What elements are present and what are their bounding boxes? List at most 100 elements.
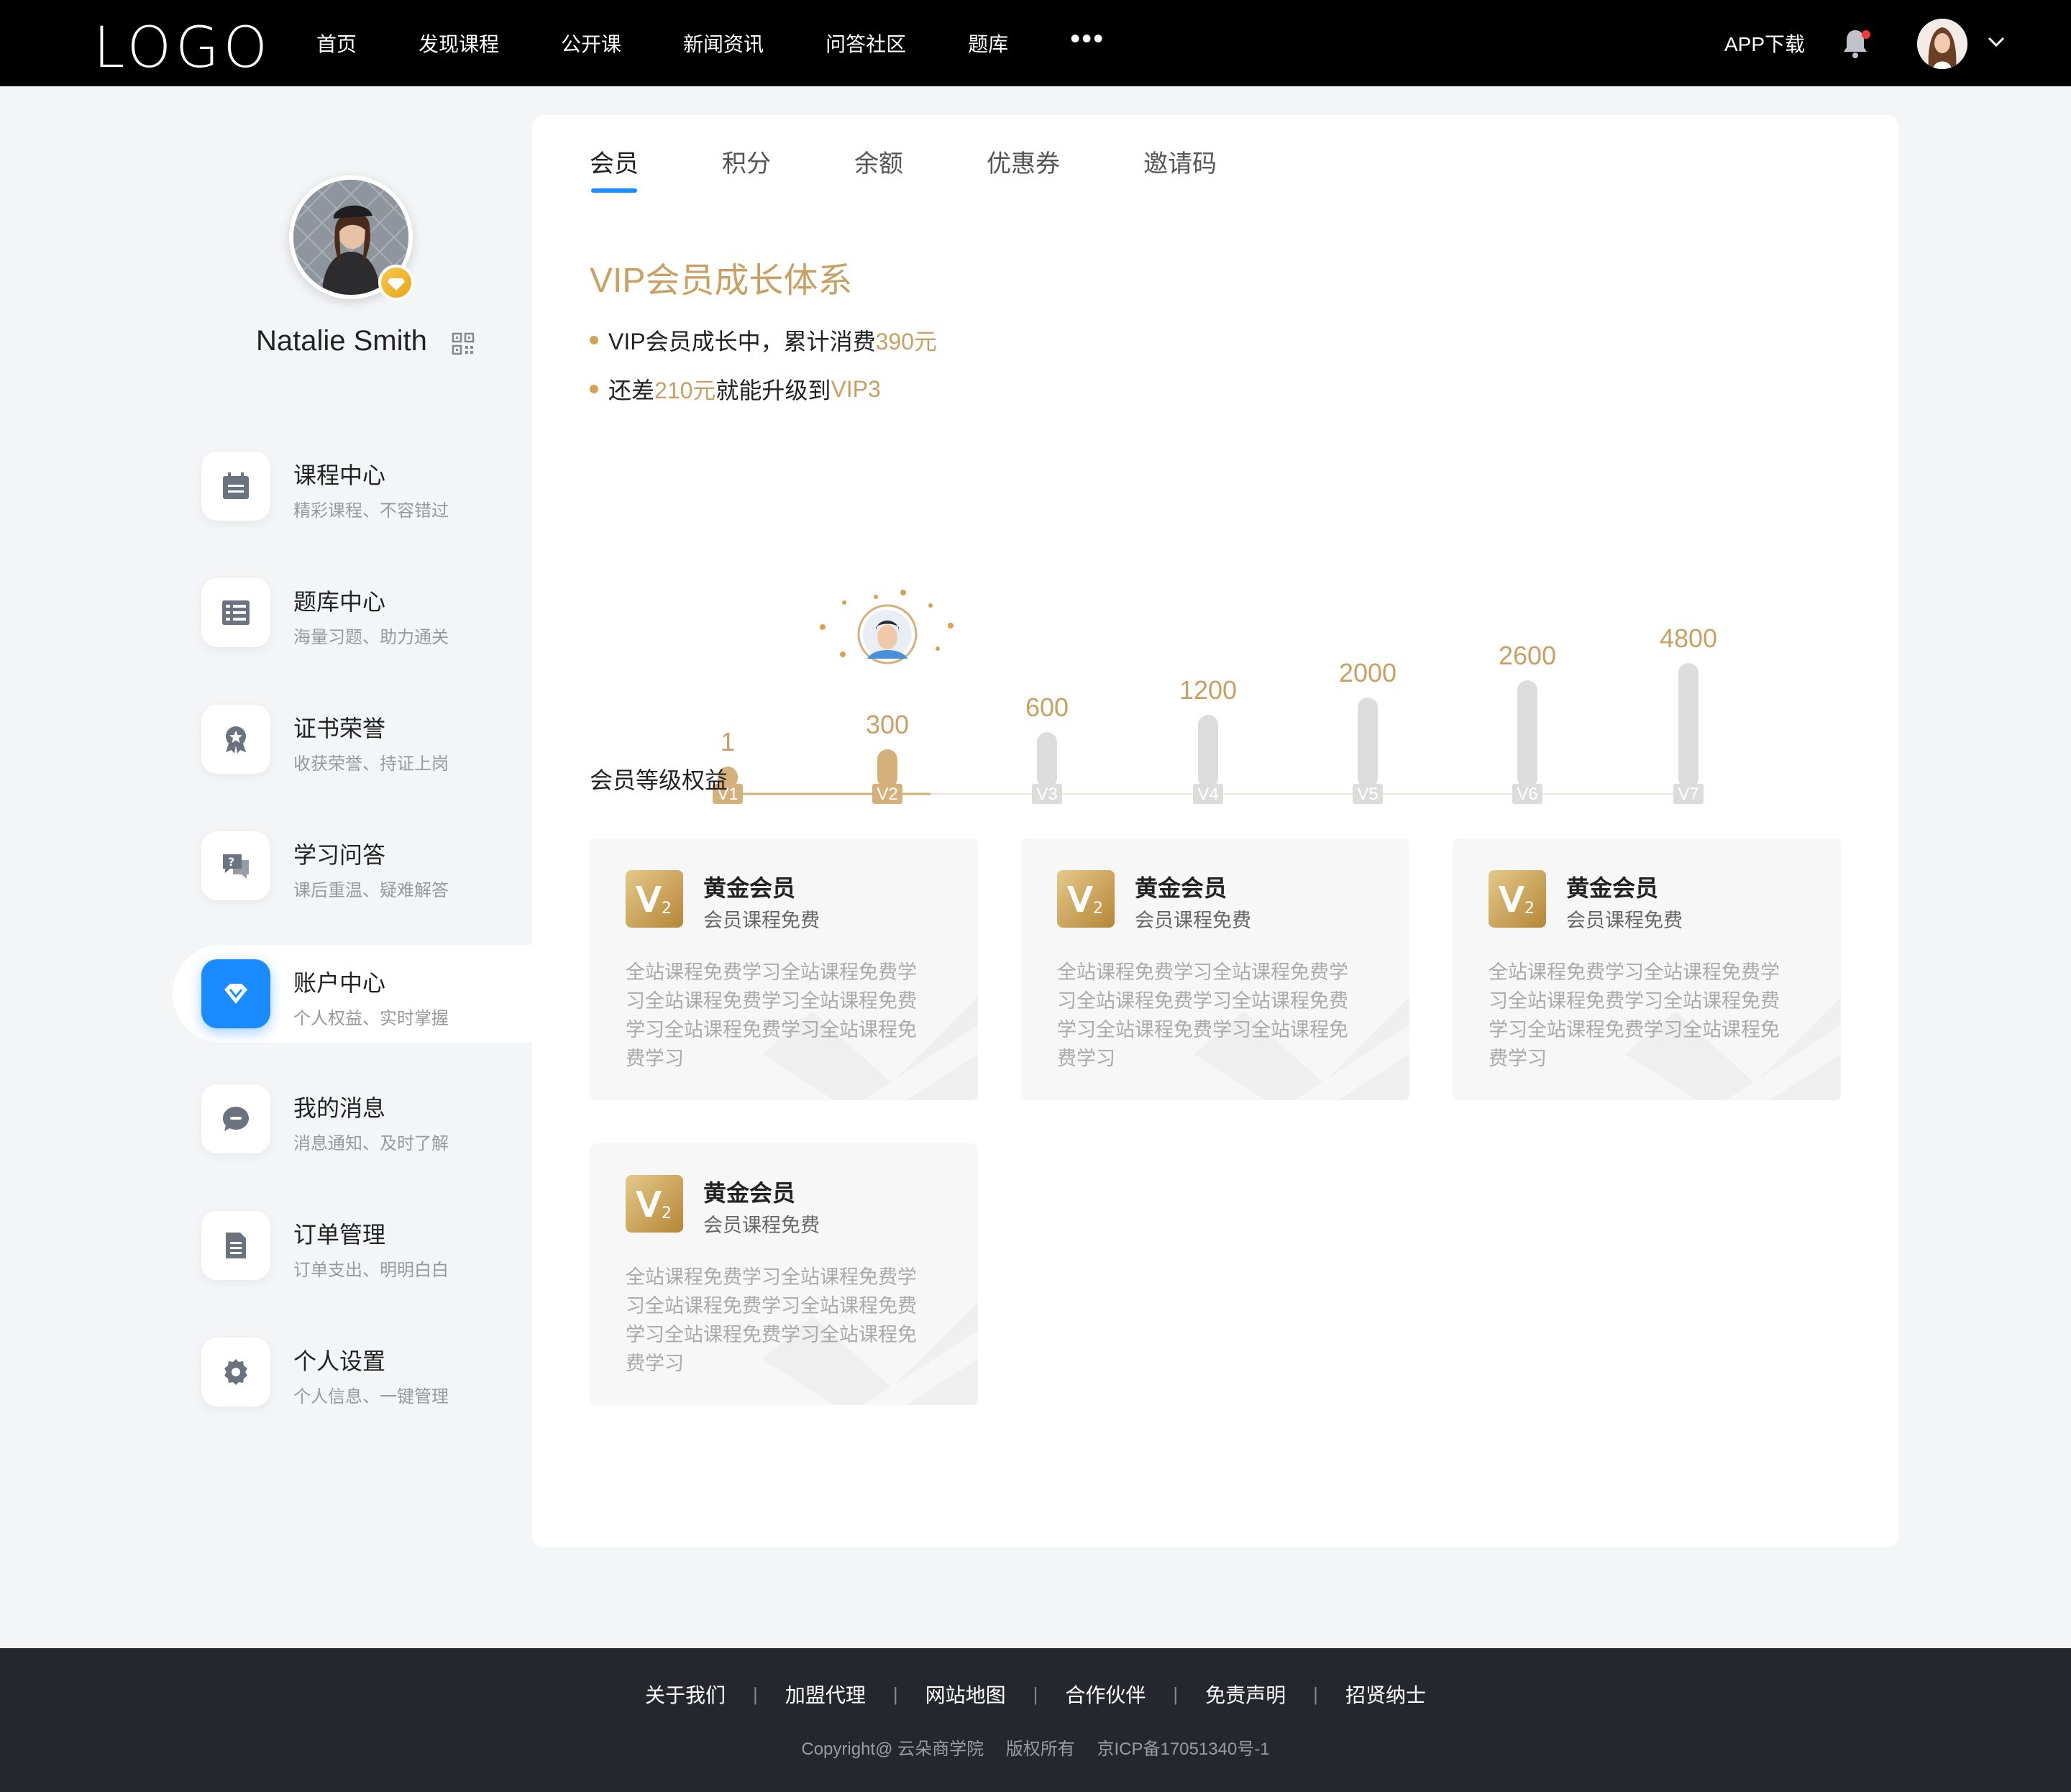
sidebar-item-course-center[interactable]: 课程中心 精彩课程、不容错过 (173, 424, 532, 551)
benefit-card[interactable]: 2 黄金会员 会员课程免费 全站课程免费学习全站课程免费学习全站课程免费学习全站… (1453, 838, 1841, 1100)
card-subtitle: 会员课程免费 (1566, 910, 1683, 931)
nav-more-button[interactable]: ••• (1070, 23, 1105, 55)
tab-membership[interactable]: 会员 (590, 144, 639, 193)
menu-subtitle: 海量习题、助力通关 (293, 628, 449, 647)
sidebar-item-account-center[interactable]: 账户中心 个人权益、实时掌握 (173, 945, 532, 1043)
sparkle-dot (948, 623, 954, 628)
sidebar-item-certificates[interactable]: 证书荣誉 收获荣誉、持证上岗 (173, 677, 532, 804)
menu-subtitle: 课后重温、疑难解答 (293, 881, 449, 900)
nav-qa-community[interactable]: 问答社区 (826, 29, 906, 58)
main-panel: 会员 积分 余额 优惠券 邀请码 VIP会员成长体系 VIP会员成长中，累计消费… (532, 115, 1898, 1548)
menu-title: 我的消息 (293, 1095, 386, 1121)
sidebar-item-question-bank[interactable]: 题库中心 海量习题、助力通关 (173, 551, 532, 677)
card-title: 黄金会员 (1566, 875, 1659, 901)
vip-level-chart: V11V2300V3600V41200V52000V62600V74800 (713, 590, 1717, 804)
menu-subtitle: 订单支出、明明白白 (293, 1261, 449, 1280)
bullet-dot (590, 385, 598, 393)
card-description: 全站课程免费学习全站课程免费学习全站课程免费学习全站课程免费学习全站课程免费学习… (626, 1266, 917, 1374)
sidebar-item-settings[interactable]: 个人设置 个人信息、一键管理 (173, 1310, 532, 1437)
card-subtitle: 会员课程免费 (703, 910, 820, 931)
vip-progress-text: VIP会员成长中，累计消费 (608, 329, 876, 355)
menu-subtitle: 消息通知、及时了解 (293, 1134, 449, 1153)
menu-subtitle: 收获荣誉、持证上岗 (293, 754, 449, 774)
footer-separator: | (753, 1683, 758, 1705)
value-label-v5: 2000 (1339, 658, 1396, 687)
nav-home[interactable]: 首页 (316, 29, 357, 58)
logo[interactable]: LOGO (93, 16, 272, 81)
tab-invite-code[interactable]: 邀请码 (1143, 144, 1217, 179)
value-label-v2: 300 (866, 710, 909, 739)
nav-question-bank[interactable]: 题库 (968, 29, 1008, 58)
benefit-card[interactable]: 2 黄金会员 会员课程免费 全站课程免费学习全站课程免费学习全站课程免费学习全站… (590, 838, 978, 1100)
sidebar-item-learning-qa[interactable]: ? 学习问答 课后重温、疑难解答 (173, 804, 532, 931)
main-nav: 首页 发现课程 公开课 新闻资讯 问答社区 题库 ••• (316, 0, 1105, 86)
sparkle-dot (900, 590, 906, 595)
top-navbar: LOGO 首页 发现课程 公开课 新闻资讯 问答社区 题库 ••• APP下载 (0, 0, 2071, 86)
vip-badge-icon (378, 265, 414, 301)
menu-title: 个人设置 (293, 1348, 386, 1374)
nav-news[interactable]: 新闻资讯 (683, 29, 764, 58)
chart-bar-v3 (1037, 732, 1057, 788)
footer-link-sitemap[interactable]: 网站地图 (925, 1680, 1006, 1709)
footer-link-careers[interactable]: 招贤纳士 (1345, 1680, 1426, 1709)
vip-v2-icon: 2 (1057, 870, 1115, 928)
level-label-v5: V5 (1357, 785, 1378, 804)
user-avatar[interactable] (1917, 19, 1967, 69)
tab-coupons[interactable]: 优惠券 (987, 144, 1060, 179)
nav-open-courses[interactable]: 公开课 (561, 29, 621, 58)
nav-discover-courses[interactable]: 发现课程 (419, 29, 499, 58)
card-description: 全站课程免费学习全站课程免费学习全站课程免费学习全站课程免费学习全站课程免费学习… (1057, 961, 1348, 1069)
chart-bar-v7 (1678, 663, 1699, 788)
menu-subtitle: 个人信息、一键管理 (293, 1387, 449, 1407)
chevron-down-icon[interactable] (1986, 32, 2006, 52)
value-label-v6: 2600 (1499, 641, 1556, 670)
question-chat-icon: ? (201, 831, 270, 900)
menu-title: 题库中心 (293, 589, 386, 615)
calendar-icon (201, 452, 270, 521)
bullet-dot (590, 336, 598, 344)
benefit-card[interactable]: 2 黄金会员 会员课程免费 全站课程免费学习全站课程免费学习全站课程免费学习全站… (590, 1143, 978, 1405)
copyright-text: Copyright@ 云朵商学院 (801, 1740, 984, 1759)
footer-links: 关于我们 | 加盟代理 | 网站地图 | 合作伙伴 | 免责声明 | 招贤纳士 (0, 1680, 2071, 1709)
menu-title: 学习问答 (293, 842, 386, 868)
menu-subtitle: 个人权益、实时掌握 (293, 1009, 449, 1028)
sidebar-menu: 课程中心 精彩课程、不容错过 题库中心 海量习题、助力通关 证书荣誉 收获荣誉、… (173, 424, 532, 1437)
app-download-link[interactable]: APP下载 (1724, 29, 1805, 58)
svg-text:2: 2 (662, 900, 672, 918)
footer-link-disclaimer[interactable]: 免责声明 (1205, 1680, 1286, 1709)
footer-separator: | (1173, 1683, 1179, 1705)
benefit-card[interactable]: 2 黄金会员 会员课程免费 全站课程免费学习全站课程免费学习全站课程免费学习全站… (1021, 838, 1409, 1100)
vip-progress-line: VIP会员成长中，累计消费 390元 (590, 324, 937, 357)
document-icon (201, 1211, 270, 1280)
sparkle-dot (840, 652, 846, 657)
footer-link-about[interactable]: 关于我们 (645, 1680, 726, 1709)
icp-text[interactable]: 京ICP备17051340号-1 (1097, 1740, 1269, 1759)
vip-v2-icon: 2 (626, 1175, 683, 1233)
footer-separator: | (892, 1683, 898, 1705)
footer-link-franchise[interactable]: 加盟代理 (785, 1680, 866, 1709)
sidebar-item-messages[interactable]: 我的消息 消息通知、及时了解 (173, 1057, 532, 1184)
qr-code-icon[interactable] (452, 332, 475, 355)
notification-dot (1862, 30, 1870, 39)
vip-upgrade-prefix: 还差 (608, 378, 655, 403)
card-title: 黄金会员 (703, 875, 796, 901)
list-icon (201, 578, 270, 647)
tab-points[interactable]: 积分 (722, 144, 771, 179)
vip-v2-icon: 2 (1489, 870, 1546, 928)
menu-subtitle: 精彩课程、不容错过 (293, 501, 449, 521)
footer-separator: | (1313, 1683, 1318, 1705)
value-label-v7: 4800 (1660, 623, 1717, 653)
tab-balance[interactable]: 余额 (854, 144, 903, 179)
sparkle-dot (842, 600, 846, 605)
level-label-v3: V3 (1036, 785, 1057, 804)
profile-name: Natalie Smith (256, 325, 427, 357)
footer-link-partners[interactable]: 合作伙伴 (1065, 1680, 1146, 1709)
svg-text:2: 2 (662, 1204, 672, 1222)
gear-icon (201, 1338, 270, 1407)
vip-growth-title: VIP会员成长体系 (590, 262, 853, 300)
copyright: Copyright@ 云朵商学院 版权所有 京ICP备17051340号-1 (0, 1734, 2071, 1760)
sidebar-item-orders[interactable]: 订单管理 订单支出、明明白白 (173, 1184, 532, 1310)
rights-text: 版权所有 (1005, 1740, 1075, 1759)
sparkle-dot (928, 603, 933, 608)
svg-text:?: ? (228, 855, 234, 869)
